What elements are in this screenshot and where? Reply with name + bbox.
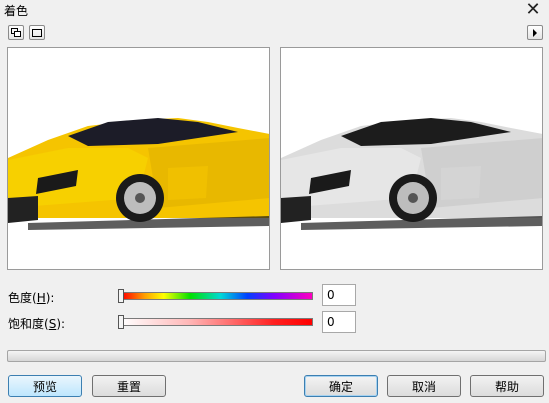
show-before-after-button[interactable]	[8, 25, 24, 40]
result-car-image	[281, 118, 542, 230]
saturation-value-input[interactable]: 0	[322, 311, 356, 333]
original-car-image	[8, 118, 269, 230]
close-icon[interactable]: ✕	[523, 0, 543, 20]
expand-arrow-icon	[533, 28, 537, 37]
hue-slider[interactable]	[121, 292, 313, 300]
single-preview-button[interactable]	[29, 25, 45, 40]
window-title: 着色	[4, 4, 29, 18]
ok-button[interactable]: 确定	[304, 375, 378, 397]
hue-slider-thumb[interactable]	[118, 289, 124, 303]
hue-value-input[interactable]: 0	[322, 284, 356, 306]
saturation-slider-thumb[interactable]	[118, 315, 124, 329]
single-preview-icon	[32, 28, 42, 37]
cancel-button[interactable]: 取消	[387, 375, 461, 397]
preview-button[interactable]: 预览	[8, 375, 82, 397]
original-preview	[7, 47, 270, 270]
result-preview	[280, 47, 543, 270]
expand-button[interactable]	[527, 25, 543, 40]
progress-bar	[7, 350, 546, 362]
hue-label: 色度(H):	[8, 291, 55, 305]
title-bar: 着色 ✕	[0, 0, 549, 20]
saturation-label: 饱和度(S):	[8, 317, 66, 331]
help-button[interactable]: 帮助	[470, 375, 544, 397]
show-before-after-icon	[11, 28, 21, 37]
reset-button[interactable]: 重置	[92, 375, 166, 397]
saturation-slider[interactable]	[121, 318, 313, 326]
